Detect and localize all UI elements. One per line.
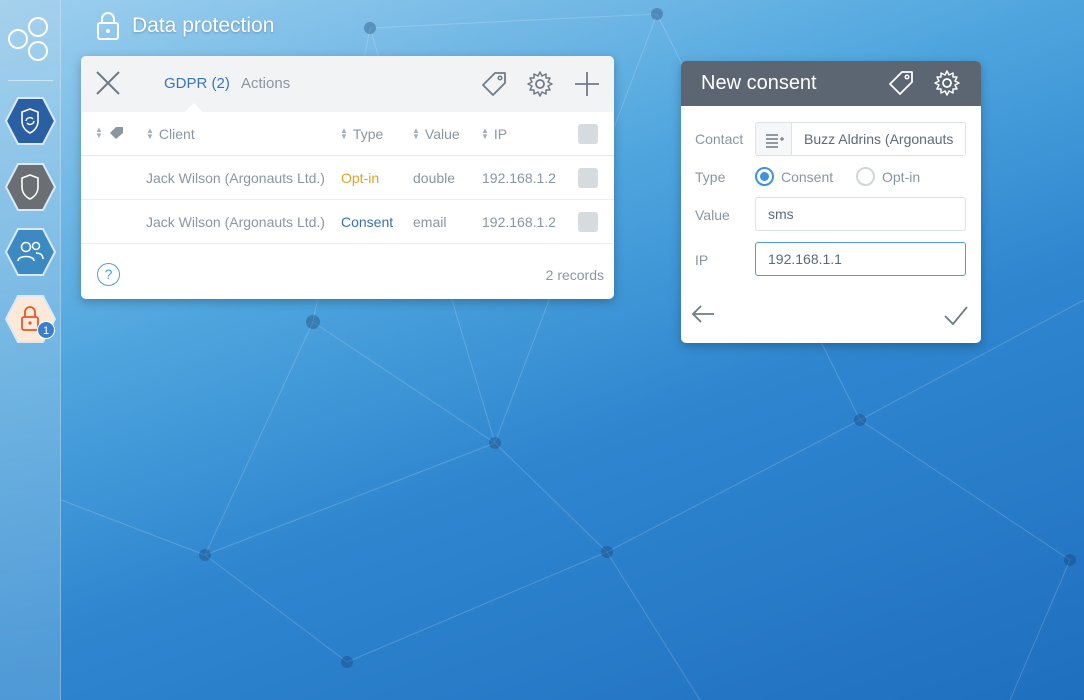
list-icon bbox=[766, 134, 784, 148]
column-value-label: Value bbox=[424, 126, 460, 142]
type-radio-optin[interactable]: Opt-in bbox=[856, 167, 920, 186]
gear-icon[interactable] bbox=[933, 69, 961, 97]
cell-ip: 192.168.1.2 bbox=[482, 170, 556, 186]
gdpr-panel: GDPR (2) Actions ▲▼ ▲▼ Client ▲▼ Type bbox=[81, 56, 614, 299]
sidebar-item-shield[interactable] bbox=[5, 162, 56, 212]
column-client-label: Client bbox=[158, 126, 195, 142]
sidebar-divider bbox=[8, 80, 53, 81]
tab-actions[interactable]: Actions bbox=[241, 75, 290, 92]
sort-icon: ▲ ▼ bbox=[95, 125, 103, 140]
row-checkbox[interactable] bbox=[578, 168, 598, 188]
cell-type: Opt-in bbox=[341, 170, 380, 186]
cell-value: double bbox=[413, 170, 456, 186]
sidebar-item-sync-shield[interactable] bbox=[5, 96, 56, 146]
active-tab-pointer bbox=[185, 103, 203, 112]
sidebar: 1 bbox=[0, 0, 61, 700]
contact-list-button[interactable] bbox=[755, 122, 791, 156]
sidebar-item-users[interactable] bbox=[5, 227, 56, 277]
radio-optin-label: Opt-in bbox=[882, 168, 921, 185]
column-ip[interactable]: ▲ ▼ IP bbox=[481, 126, 507, 142]
radio-unselected-icon bbox=[856, 167, 875, 186]
table-header: ▲ ▼ ▲ ▼ Client ▲ ▼ Type ▲ ▼ Value ▲ ▼ IP bbox=[81, 112, 614, 156]
sort-icon: ▲ ▼ bbox=[481, 126, 489, 141]
column-ip-label: IP bbox=[493, 126, 508, 142]
back-arrow-icon[interactable] bbox=[690, 301, 716, 327]
column-client[interactable]: ▲ ▼ Client bbox=[146, 126, 195, 142]
value-label: Value bbox=[695, 207, 730, 223]
column-type-label: Type bbox=[352, 126, 384, 142]
tag-icon[interactable] bbox=[480, 70, 508, 98]
gdpr-panel-header: GDPR (2) Actions bbox=[81, 56, 614, 112]
sort-icon: ▲ ▼ bbox=[412, 126, 420, 141]
cell-client: Jack Wilson (Argonauts Ltd.) bbox=[146, 170, 325, 186]
row-checkbox[interactable] bbox=[578, 212, 598, 232]
column-type[interactable]: ▲ ▼ Type bbox=[340, 126, 383, 142]
gear-icon[interactable] bbox=[526, 70, 554, 98]
value-field[interactable]: sms bbox=[755, 197, 966, 231]
notification-badge: 1 bbox=[37, 321, 55, 339]
cell-type: Consent bbox=[341, 214, 394, 230]
select-all-checkbox[interactable] bbox=[578, 124, 598, 144]
new-consent-panel: New consent Contact Buzz Aldrins (Argona… bbox=[681, 61, 981, 343]
ip-field[interactable]: 192.168.1.1 bbox=[755, 242, 966, 276]
sort-icon: ▲ ▼ bbox=[146, 126, 154, 141]
contact-label: Contact bbox=[695, 131, 744, 147]
ip-label: IP bbox=[695, 252, 709, 268]
lock-icon bbox=[97, 12, 119, 40]
table-row[interactable]: Jack Wilson (Argonauts Ltd.) Opt-in doub… bbox=[81, 156, 614, 200]
records-count: 2 records bbox=[545, 267, 604, 283]
contact-field[interactable]: Buzz Aldrins (Argonauts bbox=[791, 122, 966, 156]
tag-icon bbox=[109, 127, 123, 139]
tag-icon[interactable] bbox=[887, 69, 915, 97]
add-icon[interactable] bbox=[573, 70, 601, 98]
radio-selected-icon bbox=[755, 167, 774, 186]
sort-tags-column[interactable]: ▲ ▼ bbox=[95, 126, 124, 140]
column-value[interactable]: ▲ ▼ Value bbox=[412, 126, 460, 142]
type-radio-consent[interactable]: Consent bbox=[755, 167, 833, 186]
new-consent-title: New consent bbox=[701, 72, 817, 94]
new-consent-header: New consent bbox=[681, 61, 981, 106]
confirm-check-icon[interactable] bbox=[943, 303, 969, 329]
table-row[interactable]: Jack Wilson (Argonauts Ltd.) Consent ema… bbox=[81, 200, 614, 244]
help-icon[interactable]: ? bbox=[97, 263, 120, 286]
app-logo-icon[interactable] bbox=[7, 14, 53, 64]
page-title: Data protection bbox=[96, 10, 274, 42]
radio-consent-label: Consent bbox=[781, 168, 834, 185]
close-icon[interactable] bbox=[95, 70, 121, 96]
sort-icon: ▲ ▼ bbox=[340, 126, 348, 141]
tab-gdpr[interactable]: GDPR (2) bbox=[164, 75, 230, 92]
cell-value: email bbox=[413, 214, 447, 230]
cell-ip: 192.168.1.2 bbox=[482, 214, 556, 230]
cell-client: Jack Wilson (Argonauts Ltd.) bbox=[146, 214, 325, 230]
page-title-text: Data protection bbox=[132, 14, 275, 37]
type-label: Type bbox=[695, 169, 726, 185]
